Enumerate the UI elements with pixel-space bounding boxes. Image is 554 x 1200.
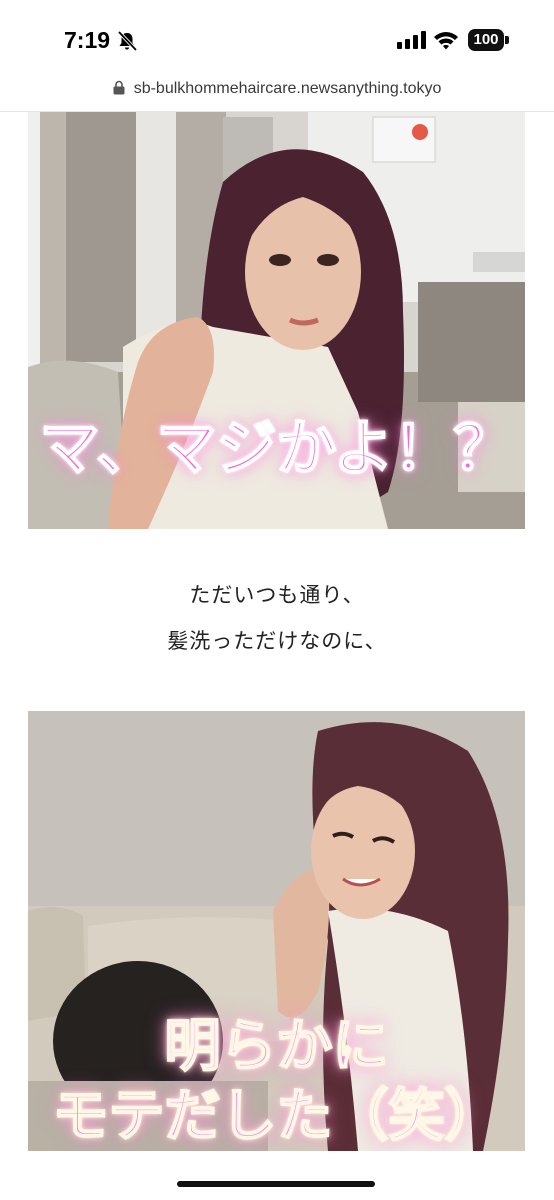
status-bar: 7:19 100 [0,0,554,76]
photo-2-overlay-line-1: 明らかに [164,1012,390,1080]
signal-icon [397,31,426,49]
article-caption: ただいつも通り、 髪洗っただけなのに、 [0,572,554,664]
wifi-icon [434,32,458,50]
caption-line-2: 髪洗っただけなのに、 [167,629,387,653]
status-time: 7:19 [64,27,111,53]
battery-icon: 100 [468,29,510,51]
photo-1-overlay-text: マ、マジかよ！？ [39,413,515,485]
url-bar[interactable]: sb-bulkhommehaircare.newsanything.tokyo [0,78,554,110]
battery-level: 100 [468,29,504,51]
home-indicator[interactable] [177,1181,375,1187]
lock-icon [113,80,125,95]
photo-2-overlay-line-2: モテだした（笑） [52,1082,502,1150]
bell-slash-icon [117,30,138,52]
article-photo-1: マ、マジかよ！？ [28,112,525,529]
caption-line-1: ただいつも通り、 [189,583,365,607]
url-text[interactable]: sb-bulkhommehaircare.newsanything.tokyo [134,80,442,98]
article-photo-2: 明らかに モテだした（笑） [28,711,525,1151]
